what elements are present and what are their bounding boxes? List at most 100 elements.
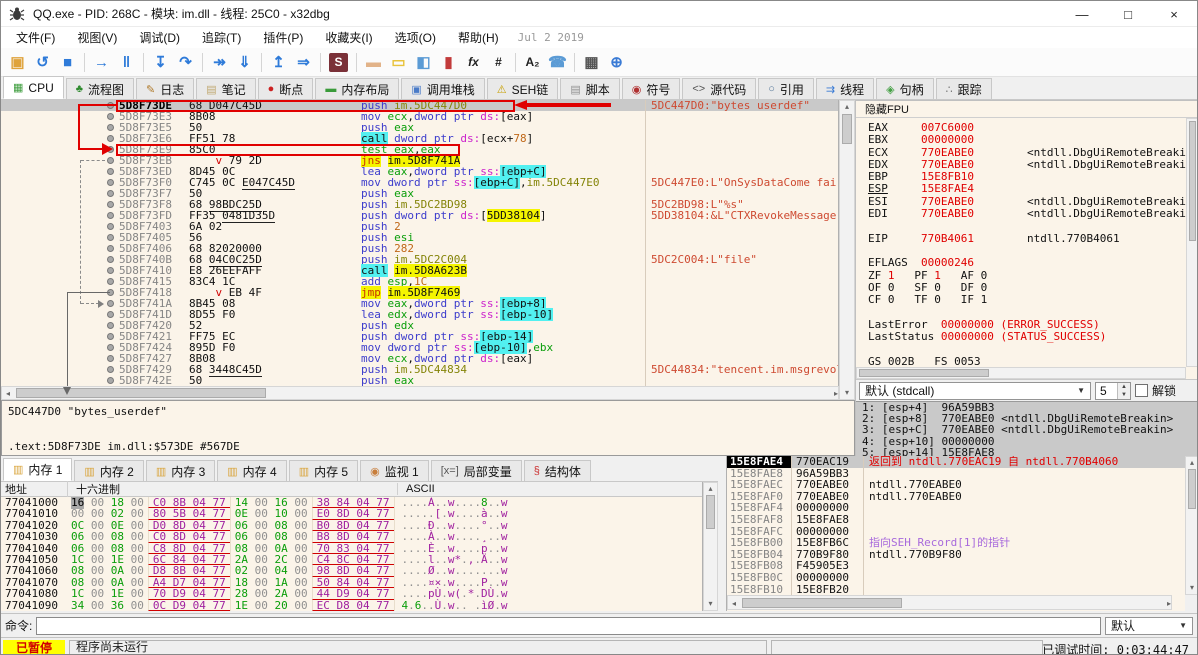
breakpoint-dot[interactable] [107, 234, 114, 241]
menu-item[interactable]: 选项(O) [384, 27, 447, 48]
scroll-down-icon[interactable]: ▾ [840, 389, 854, 397]
dump-row[interactable]: 77041030 06 00 08 00 C0 8D 04 77 06 00 08 0… [1, 531, 702, 543]
stop-button[interactable]: ■ [55, 50, 80, 74]
disasm-row[interactable]: 5D8F742E 50 push eax [1, 375, 838, 386]
menu-item[interactable]: 文件(F) [5, 27, 66, 48]
stack-hscrollbar[interactable]: ◂ ▸ [727, 595, 1172, 610]
attach-button[interactable]: ⇒ [291, 50, 316, 74]
tab-memory-map[interactable]: ▬ 内存布局 [315, 78, 400, 99]
dump-vscrollbar[interactable]: ▴ ▾ [703, 482, 718, 611]
stack-row[interactable]: 15E8FB10 15E8FB20 [727, 583, 1185, 595]
step-into-button[interactable]: ↧ [148, 50, 173, 74]
tab-cpu[interactable]: ▦ CPU [3, 76, 64, 99]
label-button[interactable]: ◧ [411, 50, 436, 74]
breakpoint-dot[interactable] [107, 245, 114, 252]
tab-struct[interactable]: § 结构体 [523, 460, 591, 481]
script-s-button[interactable]: S [329, 52, 348, 72]
dump-row[interactable]: 77041090 34 00 36 00 0C D9 04 77 1E 00 20 0… [1, 599, 702, 611]
menu-item[interactable]: 插件(P) [252, 27, 314, 48]
disassembly-vscrollbar[interactable]: ▴ ▾ [839, 100, 855, 400]
function-button[interactable]: fx [461, 50, 486, 74]
patch-button[interactable]: ▬ [361, 50, 386, 74]
tab-threads[interactable]: ⇉ 线程 [815, 78, 875, 99]
restart-button[interactable]: ↺ [30, 50, 55, 74]
breakpoint-dot[interactable] [107, 267, 114, 274]
globe-button[interactable]: ⊕ [604, 50, 629, 74]
breakpoint-dot[interactable] [107, 124, 114, 131]
scroll-up-icon[interactable]: ▴ [840, 103, 854, 111]
disassembly-hscrollbar[interactable]: ◂ ▸ [1, 386, 839, 400]
tab-seh[interactable]: ⚠ SEH链 [486, 78, 559, 99]
breakpoint-dot[interactable] [107, 366, 114, 373]
menu-item[interactable]: 视图(V) [66, 27, 128, 48]
phone-button[interactable]: ☎ [545, 50, 570, 74]
menu-item[interactable]: 调试(D) [128, 27, 191, 48]
stepper-down-icon[interactable]: ▼ [1118, 390, 1130, 399]
step-out-button[interactable]: ↥ [266, 50, 291, 74]
breakpoint-dot[interactable] [107, 322, 114, 329]
tab-handles[interactable]: ◈ 句柄 [876, 78, 934, 99]
breakpoint-dot[interactable] [107, 168, 114, 175]
breakpoint-dot[interactable] [107, 311, 114, 318]
hide-fpu-button[interactable]: 隐藏FPU [856, 101, 1197, 118]
breakpoint-dot[interactable] [107, 212, 114, 219]
stack-vscrollbar[interactable]: ▴ ▾ [1185, 456, 1197, 595]
tab-locals[interactable]: [x=] 局部变量 [430, 460, 522, 481]
tab-references[interactable]: ○ 引用 [758, 78, 814, 99]
calling-convention-dropdown[interactable]: 默认 (stdcall) ▼ [859, 381, 1091, 400]
scroll-down-icon[interactable]: ▾ [704, 600, 717, 608]
register-line[interactable]: LastStatus 00000000 (STATUS_SUCCESS) [868, 330, 1186, 343]
scroll-up-icon[interactable]: ▴ [1186, 459, 1197, 467]
breakpoint-dot[interactable] [107, 135, 114, 142]
scroll-down-icon[interactable]: ▾ [1186, 584, 1197, 592]
scroll-right-icon[interactable]: ▸ [1159, 600, 1171, 608]
scroll-thumb[interactable] [842, 114, 852, 144]
breakpoint-dot[interactable] [107, 377, 114, 384]
font-button[interactable]: A₂ [520, 50, 545, 74]
breakpoint-dot[interactable] [107, 179, 114, 186]
stepper-arrows[interactable]: ▲ ▼ [1117, 382, 1130, 399]
breakpoint-dot[interactable] [107, 300, 114, 307]
scroll-left-icon[interactable]: ◂ [2, 390, 14, 398]
tab-log[interactable]: ✎ 日志 [135, 78, 195, 99]
tab-source[interactable]: <> 源代码 [682, 78, 757, 99]
tab-symbols[interactable]: ◉ 符号 [621, 78, 681, 99]
panel-splitter[interactable] [718, 456, 726, 611]
run-button[interactable]: → [89, 50, 114, 74]
scroll-left-icon[interactable]: ◂ [728, 600, 740, 608]
pause-button[interactable]: ‖ [114, 50, 139, 74]
tab-dump-3[interactable]: ▥ 内存 3 [145, 460, 216, 481]
maximize-button[interactable]: □ [1105, 1, 1151, 27]
scroll-thumb[interactable] [1188, 469, 1196, 509]
scroll-thumb[interactable] [859, 369, 989, 377]
tab-breakpoints[interactable]: ● 断点 [257, 78, 314, 99]
command-profile-dropdown[interactable]: 默认 ▼ [1105, 616, 1193, 635]
tab-script[interactable]: ▤ 脚本 [560, 78, 620, 99]
scroll-thumb[interactable] [16, 388, 266, 398]
stepper-up-icon[interactable]: ▲ [1118, 382, 1130, 391]
breakpoint-dot[interactable] [107, 278, 114, 285]
dump-row[interactable]: 77041080 1C 00 1E 00 70 D9 04 77 28 00 2A 0… [1, 588, 702, 600]
scroll-up-icon[interactable]: ▴ [704, 485, 717, 493]
tab-dump-5[interactable]: ▥ 内存 5 [288, 460, 359, 481]
step-over-button[interactable]: ↷ [173, 50, 198, 74]
register-line[interactable]: EDI 770EABE0 <ntdll.DbgUiRemoteBreakin> [868, 207, 1186, 220]
open-file-button[interactable]: ▣ [5, 50, 30, 74]
hash-button[interactable]: # [486, 50, 511, 74]
run-to-user-code-button[interactable]: ⇓ [232, 50, 257, 74]
breakpoint-dot[interactable] [107, 190, 114, 197]
breakpoint-dot[interactable] [107, 113, 114, 120]
scroll-thumb[interactable] [706, 495, 715, 529]
tab-watch-1[interactable]: ◉ 监视 1 [360, 460, 429, 481]
tab-graph[interactable]: ♣ 流程图 [65, 78, 134, 99]
registers-vscrollbar[interactable] [1186, 118, 1197, 367]
register-line[interactable]: GS 002B FS 0053 [868, 355, 1186, 367]
unlock-checkbox[interactable] [1135, 384, 1148, 397]
stack-argument-row[interactable]: 3: [esp+C] 770EABE0 <ntdll.DbgUiRemoteBr… [862, 424, 1197, 435]
execute-till-return-button[interactable]: ↠ [207, 50, 232, 74]
breakpoint-dot[interactable] [107, 344, 114, 351]
calculator-button[interactable]: ▦ [579, 50, 604, 74]
tab-dump-1[interactable]: ▥ 内存 1 [3, 458, 73, 481]
comment-button[interactable]: ▭ [386, 50, 411, 74]
breakpoint-dot[interactable] [107, 256, 114, 263]
